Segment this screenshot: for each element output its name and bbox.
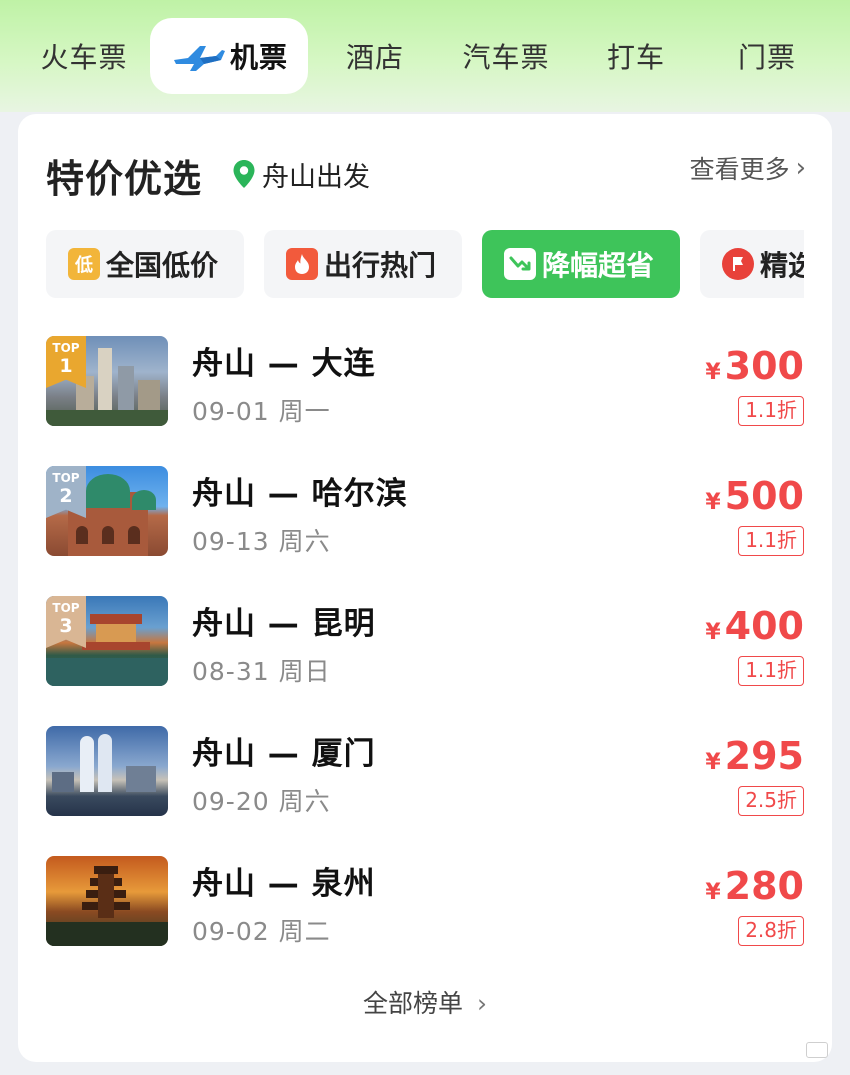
tab-bus-tickets[interactable]: 汽车票 <box>448 18 564 94</box>
tab-label: 打车 <box>606 41 665 74</box>
price-value: 295 <box>724 734 804 778</box>
tab-train-tickets[interactable]: 火车票 <box>22 18 146 94</box>
tab-hotels[interactable]: 酒店 <box>320 18 430 94</box>
all-rankings-link[interactable]: 全部榜单 › <box>18 984 832 1020</box>
low-price-icon: 低 <box>68 248 100 280</box>
rank-label: TOP <box>52 341 80 355</box>
currency-symbol: ¥ <box>705 620 721 645</box>
chip-label: 全国低价 <box>106 249 219 282</box>
chip-label: 降幅超省 <box>542 249 655 282</box>
flight-date: 09-20 周六 <box>192 787 331 816</box>
destination-photo-harbin: TOP 2 <box>46 466 168 556</box>
deals-card: 特价优选 舟山出发 查看更多 › 低 全国低价 出行热门 降幅超省 精选 TOP… <box>18 114 832 1062</box>
price-value: 400 <box>724 604 804 648</box>
tab-attraction-tickets[interactable]: 门票 <box>712 18 822 94</box>
price-value: 500 <box>724 474 804 518</box>
chip-label: 出行热门 <box>324 249 437 282</box>
departure-location-label: 舟山出发 <box>262 161 370 193</box>
filter-chips: 低 全国低价 出行热门 降幅超省 精选 <box>46 230 804 298</box>
price-drop-icon <box>504 248 536 280</box>
flight-price: ¥ 280 <box>705 864 804 908</box>
flight-row[interactable]: TOP 2 舟山 — 哈尔滨 09-13 周六 ¥ 500 1.1折 <box>46 466 804 558</box>
section-title: 特价优选 <box>46 157 203 201</box>
rank-label: TOP <box>52 601 80 615</box>
airplane-icon <box>173 46 225 71</box>
flight-price: ¥ 300 <box>705 344 804 388</box>
chip-featured[interactable]: 精选 <box>700 230 804 298</box>
tab-label: 酒店 <box>345 41 404 74</box>
chevron-right-icon: › <box>795 153 806 183</box>
rank-badge: TOP 2 <box>46 466 86 518</box>
flight-route: 舟山 — 昆明 <box>192 606 376 642</box>
flight-date: 09-01 周一 <box>192 397 331 426</box>
discount-badge: 1.1折 <box>738 526 804 556</box>
discount-badge: 2.8折 <box>738 916 804 946</box>
all-rankings-label: 全部榜单 <box>363 989 464 1018</box>
flight-date: 09-13 周六 <box>192 527 331 556</box>
discount-badge: 1.1折 <box>738 396 804 426</box>
currency-symbol: ¥ <box>705 360 721 385</box>
flight-date: 08-31 周日 <box>192 657 331 686</box>
tab-label: 门票 <box>737 41 796 74</box>
flight-route: 舟山 — 哈尔滨 <box>192 476 408 512</box>
watermark-logo-icon <box>806 1042 828 1058</box>
view-more-link[interactable]: 查看更多 › <box>690 150 806 186</box>
rank-number: 2 <box>59 485 73 507</box>
currency-symbol: ¥ <box>705 880 721 905</box>
chip-label: 精选 <box>760 249 804 282</box>
chip-nationwide-low-price[interactable]: 低 全国低价 <box>46 230 244 298</box>
currency-symbol: ¥ <box>705 490 721 515</box>
rank-badge: TOP 3 <box>46 596 86 648</box>
destination-photo-xiamen <box>46 726 168 816</box>
destination-photo-quanzhou <box>46 856 168 946</box>
flame-icon <box>286 248 318 280</box>
chip-big-price-drop[interactable]: 降幅超省 <box>482 230 680 298</box>
flight-date: 09-02 周二 <box>192 917 331 946</box>
flight-price: ¥ 500 <box>705 474 804 518</box>
location-pin-icon <box>233 160 255 188</box>
rank-badge: TOP 1 <box>46 336 86 388</box>
flight-route: 舟山 — 厦门 <box>192 736 376 772</box>
flight-route: 舟山 — 泉州 <box>192 866 376 902</box>
rank-label: TOP <box>52 471 80 485</box>
flight-row[interactable]: TOP 3 舟山 — 昆明 08-31 周日 ¥ 400 1.1折 <box>46 596 804 688</box>
chevron-right-icon: › <box>476 989 487 1018</box>
top-tab-bar: 火车票 机票 酒店 汽车票 打车 门票 <box>0 0 850 112</box>
tab-label: 汽车票 <box>462 41 550 74</box>
tab-label: 机票 <box>229 41 288 74</box>
discount-badge: 2.5折 <box>738 786 804 816</box>
destination-photo-kunming: TOP 3 <box>46 596 168 686</box>
destination-photo-dalian: TOP 1 <box>46 336 168 426</box>
tab-flights[interactable]: 机票 <box>150 18 308 94</box>
price-value: 300 <box>724 344 804 388</box>
flight-row[interactable]: 舟山 — 厦门 09-20 周六 ¥ 295 2.5折 <box>46 726 804 818</box>
currency-symbol: ¥ <box>705 750 721 775</box>
price-value: 280 <box>724 864 804 908</box>
watermark <box>806 1042 832 1058</box>
flight-route: 舟山 — 大连 <box>192 346 376 382</box>
discount-badge: 1.1折 <box>738 656 804 686</box>
flag-icon <box>722 248 754 280</box>
tab-label: 火车票 <box>40 41 128 74</box>
departure-location[interactable]: 舟山出发 <box>232 156 370 193</box>
flight-row[interactable]: 舟山 — 泉州 09-02 周二 ¥ 280 2.8折 <box>46 856 804 948</box>
chip-popular-travel[interactable]: 出行热门 <box>264 230 462 298</box>
flight-price: ¥ 400 <box>705 604 804 648</box>
rank-number: 1 <box>59 355 73 377</box>
rank-number: 3 <box>59 615 73 637</box>
view-more-label: 查看更多 <box>689 155 790 184</box>
flight-row[interactable]: TOP 1 舟山 — 大连 09-01 周一 ¥ 300 1.1折 <box>46 336 804 428</box>
flight-price: ¥ 295 <box>705 734 804 778</box>
tab-taxi[interactable]: 打车 <box>584 18 688 94</box>
